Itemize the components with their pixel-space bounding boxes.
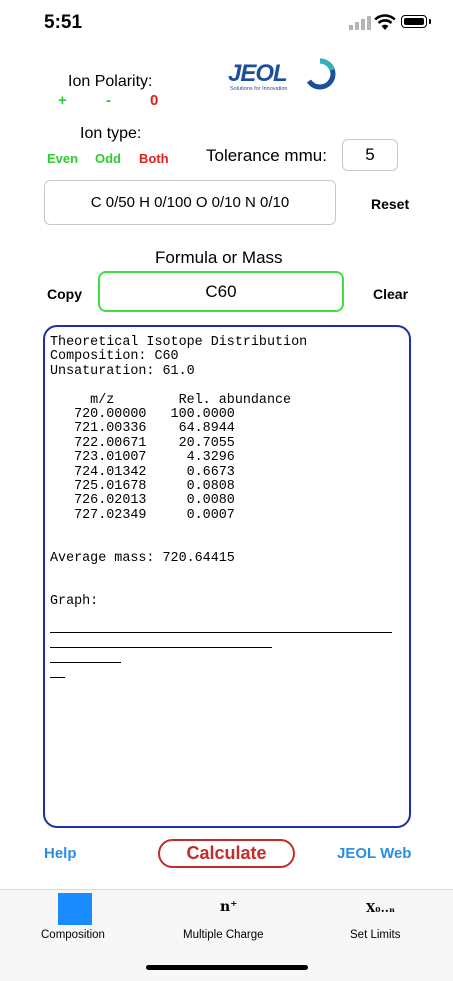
help-link[interactable]: Help bbox=[44, 845, 77, 862]
logo-tagline: Solutions for Innovation bbox=[230, 86, 288, 92]
wifi-icon bbox=[374, 14, 396, 30]
formula-input[interactable]: C60 bbox=[98, 271, 344, 312]
graph-bar bbox=[50, 677, 65, 678]
reset-button[interactable]: Reset bbox=[371, 196, 409, 212]
multiple-charge-tab-icon[interactable]: n⁺ bbox=[220, 899, 238, 915]
graph-bar bbox=[50, 632, 392, 633]
battery-icon bbox=[401, 15, 427, 28]
ion-type-odd-button[interactable]: Odd bbox=[95, 151, 121, 166]
tab-composition[interactable]: Composition bbox=[41, 929, 105, 941]
jeol-logo: JEOL Solutions for Innovation bbox=[228, 58, 338, 96]
composition-tab-icon[interactable] bbox=[58, 893, 92, 925]
composition-limits-field[interactable]: C 0/50 H 0/100 O 0/10 N 0/10 bbox=[44, 180, 336, 225]
tolerance-input[interactable]: 5 bbox=[342, 139, 398, 171]
clear-button[interactable]: Clear bbox=[373, 286, 408, 302]
copy-button[interactable]: Copy bbox=[47, 286, 82, 302]
polarity-positive-button[interactable]: + bbox=[58, 92, 67, 109]
ion-type-both-button[interactable]: Both bbox=[139, 151, 169, 166]
ion-type-title: Ion type: bbox=[80, 125, 142, 142]
logo-swirl-icon bbox=[306, 58, 336, 90]
results-textview[interactable]: Theoretical Isotope Distribution Composi… bbox=[43, 325, 411, 828]
graph-bar bbox=[50, 662, 121, 663]
tab-set-limits[interactable]: Set Limits bbox=[350, 929, 401, 941]
set-limits-tab-icon[interactable]: X₀..ₙ bbox=[366, 901, 395, 915]
status-time: 5:51 bbox=[44, 12, 83, 33]
polarity-negative-button[interactable]: - bbox=[106, 92, 111, 109]
cellular-signal-icon bbox=[349, 16, 371, 30]
home-indicator bbox=[146, 965, 308, 970]
polarity-zero-button[interactable]: 0 bbox=[150, 92, 158, 109]
tolerance-label: Tolerance mmu: bbox=[206, 146, 327, 165]
battery-tip bbox=[429, 19, 431, 24]
ion-type-even-button[interactable]: Even bbox=[47, 151, 78, 166]
calculate-button[interactable]: Calculate bbox=[158, 839, 295, 868]
jeol-web-link[interactable]: JEOL Web bbox=[337, 845, 411, 862]
formula-label: Formula or Mass bbox=[155, 248, 283, 267]
logo-wordmark: JEOL bbox=[228, 60, 288, 87]
tab-multiple-charge[interactable]: Multiple Charge bbox=[183, 929, 264, 941]
results-text: Theoretical Isotope Distribution Composi… bbox=[50, 335, 308, 610]
graph-bar bbox=[50, 647, 272, 648]
ion-polarity-title: Ion Polarity: bbox=[68, 73, 153, 90]
